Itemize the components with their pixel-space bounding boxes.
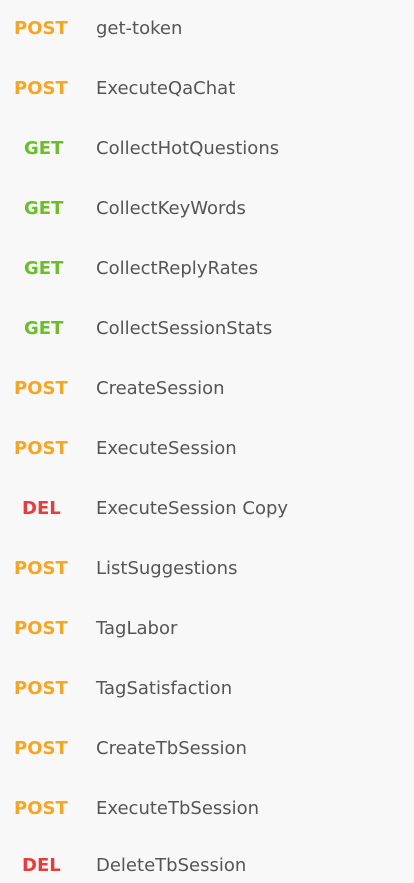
method-badge: GET — [24, 257, 64, 279]
request-item-collecthotquestions[interactable]: GET CollectHotQuestions — [0, 130, 414, 166]
method-badge: POST — [14, 557, 68, 579]
method-badge: POST — [14, 17, 68, 39]
request-item-collectkeywords[interactable]: GET CollectKeyWords — [0, 190, 414, 226]
method-badge: DEL — [22, 497, 61, 519]
method-badge: POST — [14, 377, 68, 399]
method-badge: GET — [24, 137, 64, 159]
request-item-deletetbsession[interactable]: DEL DeleteTbSession — [0, 847, 414, 883]
request-name: ExecuteSession Copy — [96, 497, 289, 519]
method-badge: POST — [14, 677, 68, 699]
method-badge: DEL — [22, 854, 61, 876]
request-name: CreateSession — [96, 377, 225, 399]
request-item-tagsatisfaction[interactable]: POST TagSatisfaction — [0, 670, 414, 706]
request-item-executesession[interactable]: POST ExecuteSession — [0, 430, 414, 466]
request-item-executetbsession[interactable]: POST ExecuteTbSession — [0, 790, 414, 826]
method-badge: GET — [24, 197, 64, 219]
request-item-executeqachat[interactable]: POST ExecuteQaChat — [0, 70, 414, 106]
request-name: ExecuteSession — [96, 437, 237, 459]
request-name: TagSatisfaction — [96, 677, 233, 699]
request-item-listsuggestions[interactable]: POST ListSuggestions — [0, 550, 414, 586]
request-item-collectsessionstats[interactable]: GET CollectSessionStats — [0, 310, 414, 346]
request-item-createsession[interactable]: POST CreateSession — [0, 370, 414, 406]
request-name: DeleteTbSession — [96, 854, 247, 876]
method-badge: POST — [14, 437, 68, 459]
method-badge: GET — [24, 317, 64, 339]
request-name: ListSuggestions — [96, 557, 238, 579]
request-name: CollectHotQuestions — [96, 137, 280, 159]
method-badge: POST — [14, 797, 68, 819]
method-badge: POST — [14, 737, 68, 759]
request-item-collectreplyrates[interactable]: GET CollectReplyRates — [0, 250, 414, 286]
request-name: CreateTbSession — [96, 737, 247, 759]
request-item-get-token[interactable]: POST get-token — [0, 10, 414, 46]
request-name: CollectSessionStats — [96, 317, 273, 339]
request-name: get-token — [96, 17, 183, 39]
request-item-executesession-copy[interactable]: DEL ExecuteSession Copy — [0, 490, 414, 526]
request-item-taglabor[interactable]: POST TagLabor — [0, 610, 414, 646]
request-name: CollectReplyRates — [96, 257, 259, 279]
method-badge: POST — [14, 617, 68, 639]
request-name: ExecuteTbSession — [96, 797, 260, 819]
request-name: TagLabor — [96, 617, 178, 639]
request-item-createtbsession[interactable]: POST CreateTbSession — [0, 730, 414, 766]
request-name: CollectKeyWords — [96, 197, 246, 219]
method-badge: POST — [14, 77, 68, 99]
request-name: ExecuteQaChat — [96, 77, 236, 99]
